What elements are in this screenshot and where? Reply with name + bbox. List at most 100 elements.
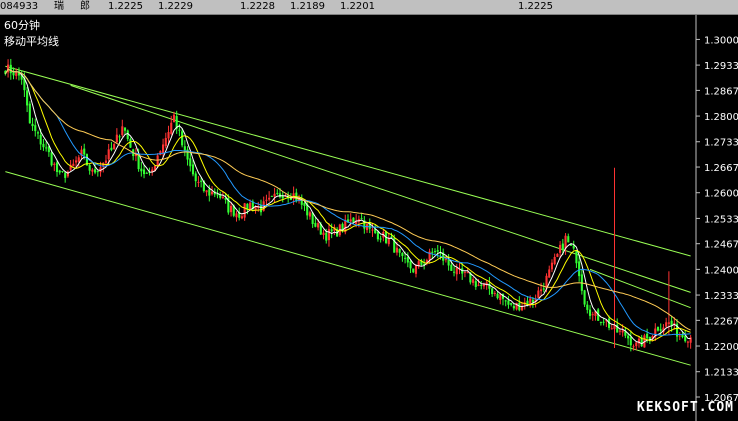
y-tick-label-3: 1.2800 [704,112,738,123]
candle-body-148 [406,256,409,263]
candle-body-69 [191,164,195,175]
candle-body-213 [583,290,586,305]
candle-body-146 [401,253,404,257]
candle-body-85 [235,213,238,218]
chart-title: 60分钟 [4,19,40,32]
candle-body-165 [452,271,456,273]
candle-body-60 [167,132,170,139]
candle-body-170 [466,272,469,274]
quote-name-1: 瑞 [54,1,64,12]
candle-body-118 [325,232,328,241]
y-tick-label-5: 1.2667 [704,163,738,174]
candle-body-51 [142,169,146,175]
candle-body-2 [9,64,12,74]
candle-body-78 [216,194,219,196]
trend-line-upper [5,65,691,257]
candle-body-201 [550,262,554,270]
candle-body-79 [219,195,222,198]
candle-body-112 [308,212,311,217]
y-tick-label-10: 1.2333 [704,291,738,302]
candle-body-58 [162,144,165,154]
candle-body-66 [183,146,186,151]
candle-body-19 [55,162,59,173]
candle-body-40 [113,144,116,150]
candle-body-214 [586,304,589,310]
y-tick-label-2: 1.2867 [704,86,738,97]
candle-body-50 [140,168,143,172]
candle-body-41 [115,134,118,143]
candle-body-172 [472,279,475,283]
candle-body-11 [34,125,37,132]
candle-body-88 [243,203,246,218]
candle-body-162 [444,259,447,261]
candle-body-174 [477,284,480,286]
candle-body-42 [118,136,121,138]
quote-high: 1.2229 [158,1,193,12]
ma-10-line [4,68,691,342]
candle-body-207 [567,236,570,243]
candle-body-8 [26,90,29,106]
candle-body-135 [371,229,374,231]
candle-body-179 [491,288,494,295]
candle-body-205 [561,243,564,250]
candle-body-202 [553,256,556,265]
candle-body-17 [50,152,53,166]
candle-body-120 [330,229,333,232]
candle-body-37 [104,160,108,163]
candle-body-96 [265,199,268,201]
y-tick-label-8: 1.2467 [704,240,738,251]
candle-body-229 [627,335,630,339]
candle-body-145 [398,248,401,253]
candle-body-196 [537,290,540,298]
candle-body-223 [610,328,613,330]
candle-body-211 [578,261,581,277]
candle-body-163 [447,259,450,266]
candle-body-65 [181,131,184,146]
candle-body-215 [588,309,592,316]
candle-body-98 [270,195,273,197]
candle-body-59 [164,138,167,147]
candle-body-46 [129,139,132,148]
candle-body-94 [259,205,263,213]
candle-body-26 [75,160,78,163]
candle-body-184 [504,300,507,302]
candle-body-147 [404,257,407,259]
candle-body-71 [197,181,200,183]
candle-body-80 [221,196,224,198]
candle-body-226 [618,330,621,332]
y-tick-label-6: 1.2600 [704,189,738,200]
candle-body-210 [575,250,578,264]
candle-body-20 [58,170,61,173]
chart-canvas: 1.3000 1.2933 1.2867 1.2800 1.2733 1.2667 1.26… [4,15,738,421]
candle-body-216 [591,314,594,316]
candle-body-180 [493,292,496,294]
candle-body-9 [28,103,31,124]
candle-body-232 [635,342,638,347]
candle-body-194 [531,299,534,303]
candle-body-39 [110,147,113,150]
watermark: KEKSOFT.COM [636,400,734,415]
candle-body-230 [629,337,632,346]
quote-open: 1.2225 [108,1,143,12]
candle-body-34 [96,171,99,173]
candle-body-219 [599,321,602,323]
candle-body-117 [322,232,325,235]
candle-body-241 [659,329,662,331]
candle-body-144 [395,247,399,253]
candle-body-138 [379,238,382,240]
candle-body-181 [496,293,499,299]
candle-body-127 [349,219,352,222]
candle-body-141 [387,238,390,245]
candle-body-244 [667,322,670,324]
candle-body-87 [240,216,244,219]
candle-body-209 [572,245,575,249]
candle-body-27 [77,157,80,162]
candle-body-220 [602,321,605,323]
candle-body-119 [327,229,331,241]
candle-body-164 [450,264,453,271]
candle-body-248 [678,335,681,337]
candle-body-166 [455,267,458,275]
candle-body-204 [559,244,562,253]
candle-body-102 [281,196,284,199]
chart-window: 084933 瑞 郎 1.2225 1.2229 1.2228 1.2189 1… [0,0,738,421]
